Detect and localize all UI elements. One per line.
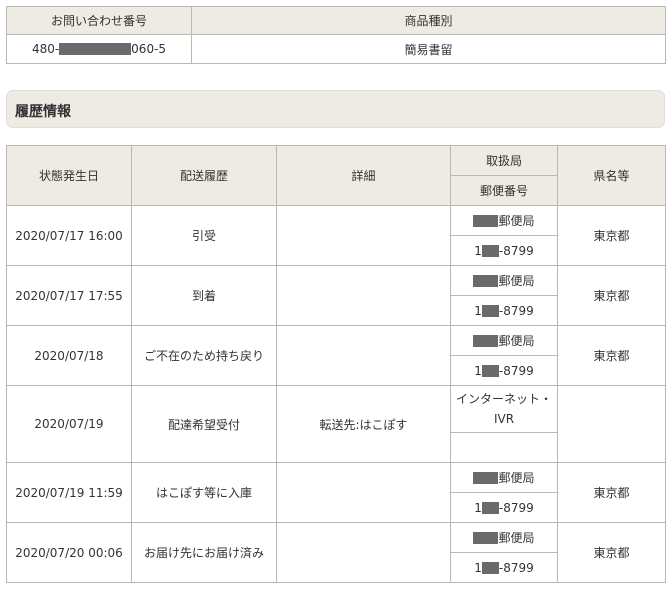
zip-cell (450, 432, 558, 463)
event-date: 2020/07/18 (6, 325, 132, 386)
event-detail (276, 325, 451, 386)
history-row: 2020/07/19 配達希望受付 転送先:はこぽす インターネット・IVR (6, 385, 666, 463)
event-status: 配達希望受付 (131, 385, 277, 463)
zip-suffix: -8799 (498, 303, 534, 318)
redaction-block (481, 304, 499, 317)
item-type-header: 商品種別 (191, 6, 666, 35)
prefecture-header: 県名等 (557, 145, 666, 206)
history-row: 2020/07/20 00:06 お届け先にお届け済み 郵便局 東京都 (6, 522, 666, 583)
redaction-block (481, 364, 499, 377)
event-date: 2020/07/19 11:59 (6, 462, 132, 523)
zip-cell: 1 -8799 (450, 235, 558, 266)
date-header: 状態発生日 (6, 145, 132, 206)
zip-suffix: -8799 (498, 243, 534, 258)
event-status: 到着 (131, 265, 277, 326)
redaction-block (473, 472, 499, 484)
zip-prefix: 1 (474, 363, 482, 378)
event-status: はこぽす等に入庫 (131, 462, 277, 523)
event-prefecture: 東京都 (557, 522, 666, 583)
zip-prefix: 1 (474, 243, 482, 258)
zip-suffix: -8799 (498, 500, 534, 515)
event-status: 引受 (131, 205, 277, 266)
zip-suffix: -8799 (498, 560, 534, 575)
office-name: 郵便局 (498, 214, 535, 228)
history-row: 2020/07/17 17:55 到着 郵便局 東京都 (6, 265, 666, 326)
zip-suffix: -8799 (498, 363, 534, 378)
zip-prefix: 1 (474, 500, 482, 515)
detail-header: 詳細 (276, 145, 451, 206)
history-section-title: 履歴情報 (15, 104, 71, 120)
office-header: 取扱局 (450, 145, 558, 176)
event-date: 2020/07/19 (6, 385, 132, 463)
item-type-cell: 簡易書留 (191, 34, 666, 64)
redaction-block (59, 43, 132, 55)
redaction-block (473, 532, 499, 544)
zip-cell: 1 -8799 (450, 295, 558, 326)
event-date: 2020/07/17 16:00 (6, 205, 132, 266)
tracking-number-cell: 480- 060-5 (6, 34, 192, 64)
office-name: インターネット・IVR (450, 385, 558, 433)
history-row: 2020/07/17 16:00 引受 郵便局 東京都 (6, 205, 666, 266)
event-detail (276, 205, 451, 266)
office-name: 郵便局 (498, 471, 535, 485)
event-prefecture: 東京都 (557, 205, 666, 266)
office-name: 郵便局 (498, 274, 535, 288)
event-detail: 転送先:はこぽす (276, 385, 451, 463)
event-prefecture: 東京都 (557, 265, 666, 326)
redaction-block (473, 335, 499, 347)
zip-prefix: 1 (474, 303, 482, 318)
status-header: 配送履歴 (131, 145, 277, 206)
event-prefecture: 東京都 (557, 462, 666, 523)
event-status: お届け先にお届け済み (131, 522, 277, 583)
event-detail (276, 265, 451, 326)
redaction-block (473, 215, 499, 227)
event-date: 2020/07/17 17:55 (6, 265, 132, 326)
event-detail (276, 462, 451, 523)
tracking-summary-table: お問い合わせ番号 商品種別 480- 060-5 簡易書留 (6, 6, 666, 64)
history-row: 2020/07/18 ご不在のため持ち戻り 郵便局 東京都 (6, 325, 666, 386)
office-name: 郵便局 (498, 531, 535, 545)
event-detail (276, 522, 451, 583)
office-cell: 郵便局 (450, 205, 558, 236)
office-cell: 郵便局 (450, 462, 558, 493)
event-prefecture: 東京都 (557, 325, 666, 386)
redaction-block (473, 275, 499, 287)
event-prefecture (557, 385, 666, 463)
history-row: 2020/07/19 11:59 はこぽす等に入庫 郵便局 東京都 (6, 462, 666, 523)
event-status: ご不在のため持ち戻り (131, 325, 277, 386)
zip-prefix: 1 (474, 560, 482, 575)
office-cell: 郵便局 (450, 522, 558, 553)
tracking-suffix: 060-5 (131, 42, 167, 56)
event-date: 2020/07/20 00:06 (6, 522, 132, 583)
history-table: 状態発生日 配送履歴 詳細 取扱局 県名等 郵便番号 2020/07/17 16… (6, 145, 666, 583)
office-cell: 郵便局 (450, 265, 558, 296)
tracking-prefix: 480- (31, 42, 60, 56)
redaction-block (481, 561, 499, 574)
history-section-header: 履歴情報 (6, 90, 665, 128)
office-cell: 郵便局 (450, 325, 558, 356)
zip-cell: 1 -8799 (450, 355, 558, 386)
redaction-block (481, 501, 499, 514)
zip-cell: 1 -8799 (450, 492, 558, 523)
office-name: 郵便局 (498, 334, 535, 348)
zip-header: 郵便番号 (450, 175, 558, 206)
zip-cell: 1 -8799 (450, 552, 558, 583)
redaction-block (481, 244, 499, 257)
tracking-number-header: お問い合わせ番号 (6, 6, 192, 35)
